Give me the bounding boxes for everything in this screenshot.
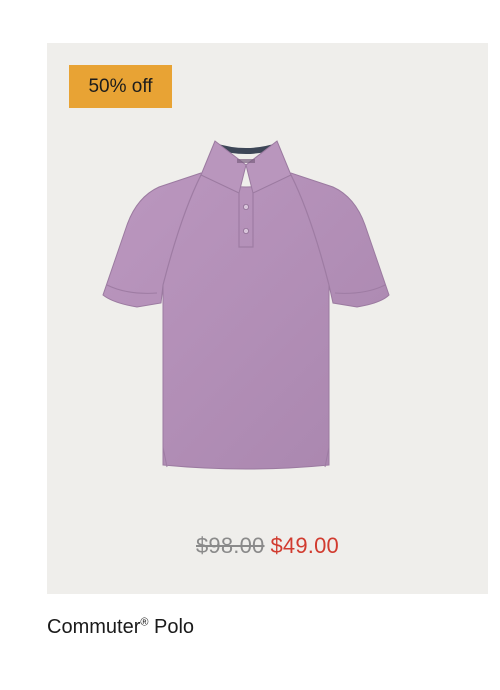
polo-shirt-image: [102, 140, 390, 470]
product-name-main: Commuter: [47, 616, 141, 638]
product-image-panel[interactable]: 50% off $98.00 $49.00: [47, 43, 488, 594]
original-price: $98.00: [196, 533, 265, 558]
sale-price: $49.00: [270, 533, 339, 558]
product-name-link[interactable]: Commuter® Polo: [47, 616, 194, 639]
product-card: 50% off $98.00 $49.00 Commuter® Polo: [0, 0, 500, 690]
product-name-suffix: Polo: [148, 616, 195, 638]
price-row: $98.00 $49.00: [47, 533, 488, 559]
discount-badge: 50% off: [69, 65, 172, 108]
